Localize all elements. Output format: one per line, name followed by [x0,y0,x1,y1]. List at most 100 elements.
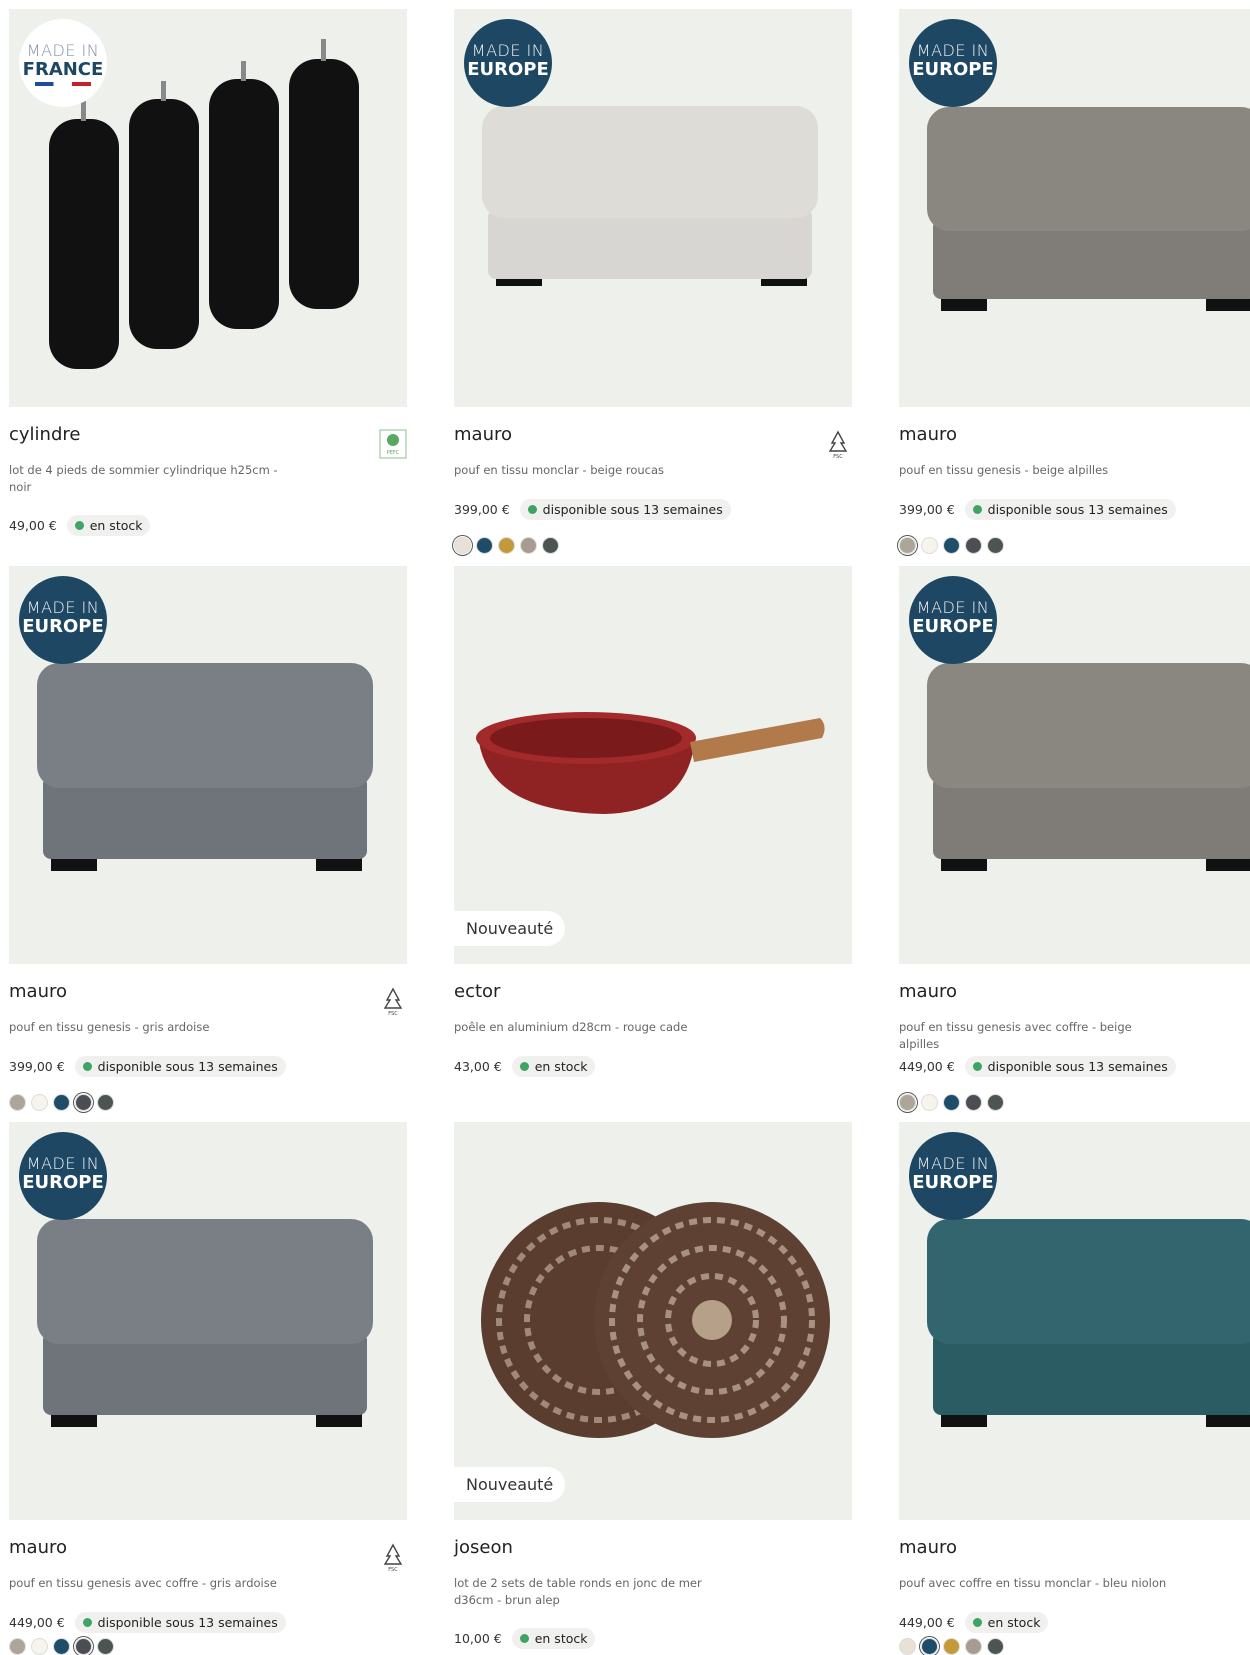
stock-dot-icon [527,505,537,514]
svg-text:FSC: FSC [388,1011,398,1016]
product-image[interactable]: MADE IN EUROPE [899,9,1250,407]
color-swatch[interactable] [542,537,559,554]
color-swatches [454,537,559,554]
product-card[interactable]: Nouveauté ector poêle en aluminium d28cm… [454,566,852,1077]
price-row: 449,00 € en stock [899,1612,1049,1633]
made-in-europe-badge: MADE IN EUROPE [909,19,997,107]
product-description: poêle en aluminium d28cm - rouge cade [454,1020,688,1034]
stock-dot-icon [82,1062,92,1071]
product-image[interactable]: MADE IN EUROPE [454,9,852,407]
price-row: 449,00 € disponible sous 13 semaines [899,1056,1176,1077]
made-in-europe-badge: MADE IN EUROPE [909,1132,997,1220]
price-row: 49,00 € en stock [9,515,151,536]
color-swatches [9,1094,114,1111]
product-card[interactable]: MADE IN FRANCE cylindre PEFC lot de 4 pi… [9,9,407,536]
color-swatch[interactable] [9,1094,26,1111]
product-card[interactable]: MADE IN EUROPE mauro FSC pouf en tissu g… [9,1122,407,1655]
product-description: pouf en tissu genesis - beige alpilles [899,463,1109,477]
color-swatch[interactable] [97,1094,114,1111]
product-image[interactable]: MADE IN EUROPE [9,566,407,964]
color-swatch[interactable] [987,537,1004,554]
product-image[interactable]: MADE IN EUROPE [899,566,1250,964]
stock-badge: en stock [964,1612,1049,1633]
color-swatch[interactable] [987,1638,1004,1655]
product-image[interactable]: MADE IN EUROPE [9,1122,407,1520]
color-swatch[interactable] [498,537,515,554]
product-title[interactable]: mauro [454,424,512,445]
product-title[interactable]: mauro [899,424,957,445]
stock-dot-icon [519,1634,529,1643]
product-title[interactable]: mauro [899,981,957,1002]
product-price: 449,00 € [899,1059,955,1074]
product-title[interactable]: ector [454,981,500,1002]
product-card[interactable]: MADE IN EUROPE mauro FSC pouf en tissu m… [454,9,852,554]
product-description: pouf avec coffre en tissu monclar - bleu… [899,1576,1167,1590]
product-image[interactable]: Nouveauté [454,566,852,964]
new-tag: Nouveauté [454,911,566,946]
color-swatch[interactable] [965,537,982,554]
product-title[interactable]: mauro [9,1537,67,1558]
product-title[interactable]: mauro [9,981,67,1002]
color-swatch[interactable] [454,537,471,554]
product-card[interactable]: Nouveauté joseon lot de 2 sets de table … [454,1122,852,1649]
color-swatch[interactable] [53,1094,70,1111]
placemats-illustration [481,1202,830,1438]
product-card[interactable]: MADE IN EUROPE mauro pouf avec coffre en… [899,1122,1250,1655]
stock-badge: en stock [511,1628,596,1649]
color-swatches [899,537,1004,554]
stock-badge: disponible sous 13 semaines [74,1612,286,1633]
frying-pan-illustration [476,712,825,814]
color-swatch[interactable] [520,537,537,554]
product-card[interactable]: MADE IN EUROPE mauro FSC pouf en tissu g… [9,566,407,1111]
color-swatch[interactable] [53,1638,70,1655]
product-description: pouf en tissu genesis - gris ardoise [9,1020,210,1034]
product-image[interactable]: MADE IN FRANCE [9,9,407,407]
color-swatches [899,1094,1004,1111]
color-swatch[interactable] [97,1638,114,1655]
made-in-europe-badge: MADE IN EUROPE [464,19,552,107]
color-swatch[interactable] [476,537,493,554]
product-price: 449,00 € [9,1615,65,1630]
color-swatch[interactable] [921,1094,938,1111]
color-swatch[interactable] [965,1638,982,1655]
made-in-europe-badge: MADE IN EUROPE [19,576,107,664]
product-title[interactable]: mauro [899,1537,957,1558]
made-in-europe-badge: MADE IN EUROPE [19,1132,107,1220]
color-swatch[interactable] [943,537,960,554]
svg-text:PEFC: PEFC [387,450,400,456]
pefc-icon: PEFC [379,429,407,459]
price-row: 449,00 € disponible sous 13 semaines [9,1612,286,1633]
color-swatch[interactable] [943,1638,960,1655]
color-swatches [9,1638,114,1655]
color-swatch[interactable] [899,537,916,554]
color-swatch[interactable] [943,1094,960,1111]
product-card[interactable]: MADE IN EUROPE mauro pouf en tissu genes… [899,566,1250,1111]
made-in-europe-badge: MADE IN EUROPE [909,576,997,664]
color-swatch[interactable] [921,1638,938,1655]
color-swatch[interactable] [987,1094,1004,1111]
color-swatch[interactable] [921,537,938,554]
color-swatch[interactable] [31,1638,48,1655]
product-image[interactable]: MADE IN EUROPE [899,1122,1250,1520]
price-row: 10,00 € en stock [454,1628,596,1649]
product-card[interactable]: MADE IN EUROPE mauro pouf en tissu genes… [899,9,1250,554]
color-swatch[interactable] [899,1094,916,1111]
made-in-france-badge: MADE IN FRANCE [19,19,107,107]
color-swatch[interactable] [75,1094,92,1111]
stock-dot-icon [972,505,982,514]
product-description: lot de 4 pieds de sommier cylindrique h2… [9,463,278,494]
stock-dot-icon [972,1618,982,1627]
color-swatch[interactable] [31,1094,48,1111]
color-swatch[interactable] [75,1638,92,1655]
price-row: 399,00 € disponible sous 13 semaines [454,499,731,520]
french-flag-stripe [35,82,91,86]
product-title[interactable]: cylindre [9,424,80,445]
product-image[interactable]: Nouveauté [454,1122,852,1520]
price-row: 43,00 € en stock [454,1056,596,1077]
price-row: 399,00 € disponible sous 13 semaines [9,1056,286,1077]
color-swatch[interactable] [9,1638,26,1655]
color-swatch[interactable] [965,1094,982,1111]
color-swatch[interactable] [899,1638,916,1655]
product-title[interactable]: joseon [454,1537,513,1558]
stock-dot-icon [519,1062,529,1071]
